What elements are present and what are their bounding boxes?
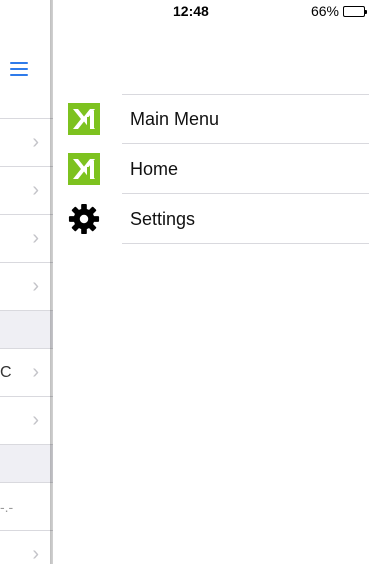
list-row[interactable]: › [0,396,53,444]
hamburger-menu-icon[interactable] [10,62,28,76]
chevron-right-icon: › [32,409,39,431]
chevron-right-icon: › [32,131,39,153]
status-right: 66% [310,3,367,19]
brand-logo-icon [68,153,100,185]
status-time: 12:48 [173,3,209,19]
list-row[interactable]: › [0,262,53,310]
section-header [0,444,53,482]
wifi-icon [24,3,36,19]
list-row: -.- [0,482,53,530]
chevron-right-icon: › [32,275,39,297]
underlying-list: › › › › C › › -.- › [0,118,53,564]
status-left-icons: ✈ [0,0,53,22]
chevron-right-icon: › [32,361,39,383]
cut-off-text: C [0,363,12,381]
list-row[interactable]: › [0,214,53,262]
chevron-right-icon: › [32,227,39,249]
underlying-screen: ✈ › › › › C › › -.- › [0,0,53,564]
status-bar: 12:48 66% [53,0,369,22]
menu-item-label: Main Menu [130,108,220,129]
battery-percent: 66% [310,3,339,19]
brand-logo-icon [68,103,100,135]
cut-off-value: -.- [0,498,14,515]
divider [122,243,369,244]
airplane-mode-icon: ✈ [6,2,18,19]
list-row[interactable]: C › [0,348,53,396]
chevron-right-icon: › [32,179,39,201]
menu-item-main-menu[interactable]: Main Menu [53,94,369,144]
list-row[interactable]: › [0,530,53,564]
side-menu: Main Menu Home Settings [53,94,369,244]
gear-icon [68,203,100,235]
list-row[interactable]: › [0,166,53,214]
menu-item-home[interactable]: Home [53,144,369,194]
side-menu-panel: 12:48 66% Main Menu Home Settings [53,0,369,564]
menu-item-label: Home [130,158,179,179]
menu-item-settings[interactable]: Settings [53,194,369,244]
section-header [0,310,53,348]
chevron-right-icon: › [32,543,39,564]
menu-item-label: Settings [130,208,196,229]
battery-icon [343,5,367,17]
list-row[interactable]: › [0,118,53,166]
